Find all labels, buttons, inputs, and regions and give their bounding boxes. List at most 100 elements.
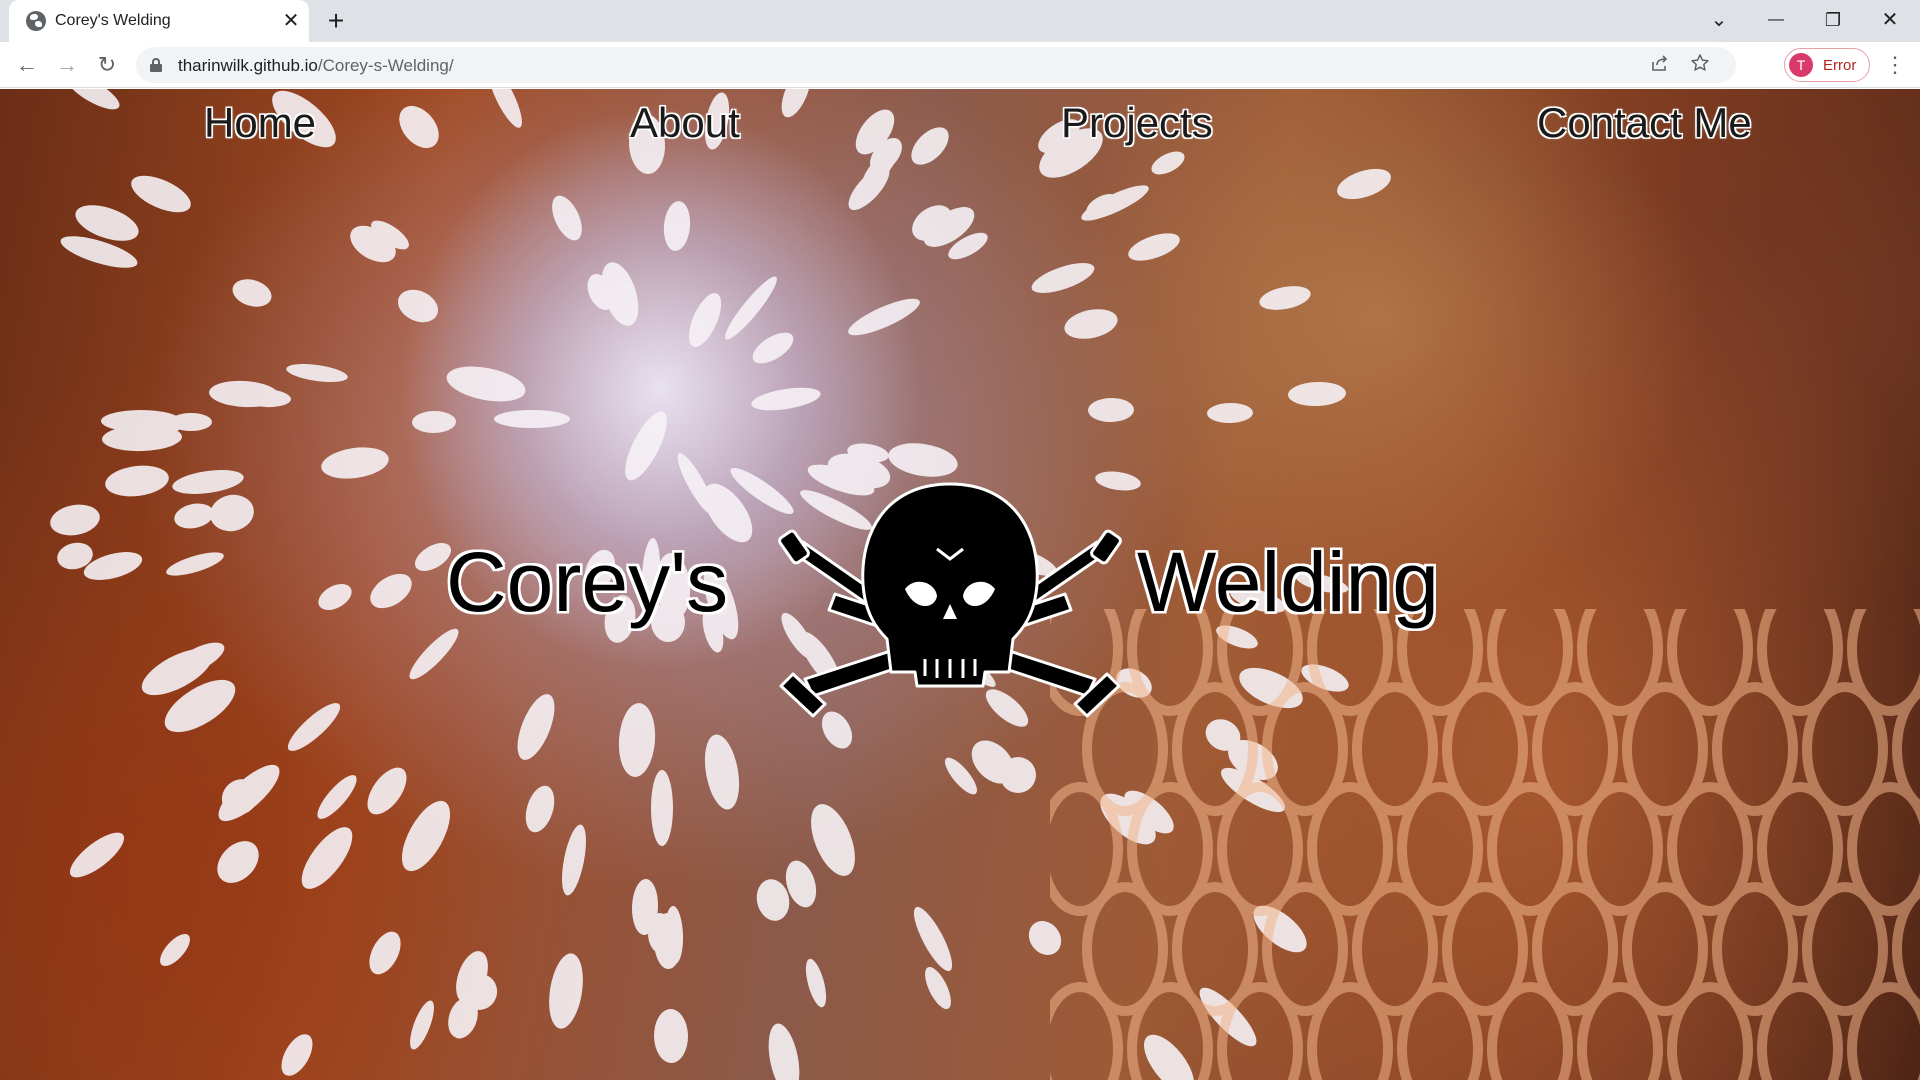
profile-error-label: Error [1823, 57, 1857, 74]
spark-streak [752, 332, 794, 364]
spark-streak [301, 827, 353, 889]
spark-streak [369, 931, 401, 975]
spark-streak [1259, 286, 1311, 310]
spark-streak [768, 1023, 800, 1080]
mesh-cell [1847, 982, 1920, 1080]
url-text[interactable]: tharinwilk.github.io/Corey-s-Welding/ [178, 56, 454, 76]
mesh-cell [1307, 982, 1393, 1080]
spark-streak [1088, 397, 1134, 423]
spark-streak [925, 966, 951, 1010]
nav-projects-link[interactable]: Projects [1061, 99, 1213, 147]
spark-streak [166, 552, 224, 576]
avatar: T [1789, 53, 1813, 77]
globe-icon [26, 11, 46, 31]
spark-streak [318, 584, 352, 610]
spark-streak [1081, 185, 1149, 221]
spark-streak [704, 734, 740, 810]
site-nav: Home About Projects Contact Me [0, 89, 1920, 159]
spark-streak [517, 694, 555, 760]
spark-streak [367, 767, 407, 815]
mesh-cell [1667, 982, 1753, 1080]
mesh-cell [1050, 982, 1123, 1080]
spark-streak [69, 832, 125, 878]
reload-button[interactable]: ↻ [92, 50, 122, 80]
spark-streak [1207, 402, 1253, 424]
spark-streak [688, 293, 722, 347]
spark-streak [651, 770, 673, 846]
share-icon[interactable] [1648, 53, 1672, 77]
forward-button[interactable]: → [52, 50, 82, 80]
profile-button[interactable]: T Error [1784, 48, 1870, 82]
address-bar[interactable]: tharinwilk.github.io/Corey-s-Welding/ [136, 47, 1736, 83]
spark-streak [172, 470, 244, 494]
hero-title-left: Corey's [446, 535, 729, 629]
url-host: tharinwilk.github.io [178, 56, 318, 75]
mesh-cell [1757, 982, 1843, 1080]
tab-title: Corey's Welding [55, 12, 171, 29]
lock-icon[interactable] [150, 58, 162, 72]
mesh-cell [1577, 982, 1663, 1080]
spark-streak [281, 1034, 313, 1076]
close-window-button[interactable]: ✕ [1868, 6, 1912, 34]
spark-streak [410, 1000, 434, 1050]
spark-streak [317, 775, 357, 819]
spark-streak [286, 363, 348, 383]
close-tab-icon[interactable]: ✕ [281, 11, 301, 31]
skull-logo-icon [778, 482, 1122, 718]
mesh-cell [1397, 982, 1483, 1080]
new-tab-button[interactable]: + [322, 7, 350, 36]
spark-streak [525, 785, 555, 833]
mesh-cell [1487, 982, 1573, 1080]
spark-streak [370, 573, 412, 609]
spark-streak [170, 413, 212, 431]
active-tab[interactable]: Corey's Welding ✕ [9, 0, 309, 42]
nav-about-link[interactable]: About [630, 99, 740, 147]
spark-streak [401, 800, 451, 872]
spark-streak [218, 764, 280, 822]
metal-mesh-background [1050, 609, 1920, 1080]
spark-streak [287, 703, 341, 751]
spark-streak [397, 289, 439, 323]
spark-streak [105, 465, 169, 497]
spark-streak [131, 175, 191, 213]
spark-streak [1128, 233, 1180, 261]
url-path: /Corey-s-Welding/ [317, 56, 454, 75]
spark-streak [101, 410, 181, 432]
spark-streak [446, 366, 526, 402]
spark-streak [412, 410, 456, 434]
spark-streak [1064, 309, 1118, 339]
star-icon[interactable] [1688, 53, 1712, 77]
tab-strip: Corey's Welding ✕ + ⌄ — ❐ ✕ [0, 0, 1920, 42]
spark-streak [848, 298, 920, 336]
spark-streak [174, 503, 214, 529]
hero-title-right: Welding [1137, 535, 1439, 629]
spark-streak [494, 410, 570, 428]
spark-streak [562, 824, 586, 896]
restore-button[interactable]: ❐ [1811, 6, 1855, 34]
mesh-cell [1217, 982, 1303, 1080]
spark-streak [321, 447, 389, 479]
back-button[interactable]: ← [12, 50, 42, 80]
spark-streak [549, 953, 583, 1029]
mesh-cell [1127, 982, 1213, 1080]
spark-streak [50, 504, 100, 536]
spark-streak [625, 411, 667, 481]
spark-streak [811, 804, 855, 876]
spark-streak [1337, 168, 1391, 200]
spark-streak [653, 1009, 689, 1063]
browser-menu-button[interactable]: ⋮ [1880, 50, 1910, 80]
nav-contact-link[interactable]: Contact Me [1537, 99, 1752, 147]
minimize-button[interactable]: — [1754, 6, 1798, 34]
spark-streak [409, 628, 459, 680]
spark-streak [751, 387, 821, 411]
spark-streak [663, 201, 691, 251]
spark-streak [913, 906, 953, 972]
tab-search-button[interactable]: ⌄ [1697, 6, 1741, 34]
spark-streak [232, 279, 272, 307]
spark-streak [805, 958, 827, 1008]
spark-streak [1031, 263, 1095, 293]
spark-streak [725, 276, 777, 340]
browser-toolbar: ← → ↻ tharinwilk.github.io/Corey-s-Weldi… [0, 42, 1920, 88]
nav-home-link[interactable]: Home [204, 99, 316, 147]
hero-section: Home About Projects Contact Me Corey's W… [0, 89, 1920, 1080]
